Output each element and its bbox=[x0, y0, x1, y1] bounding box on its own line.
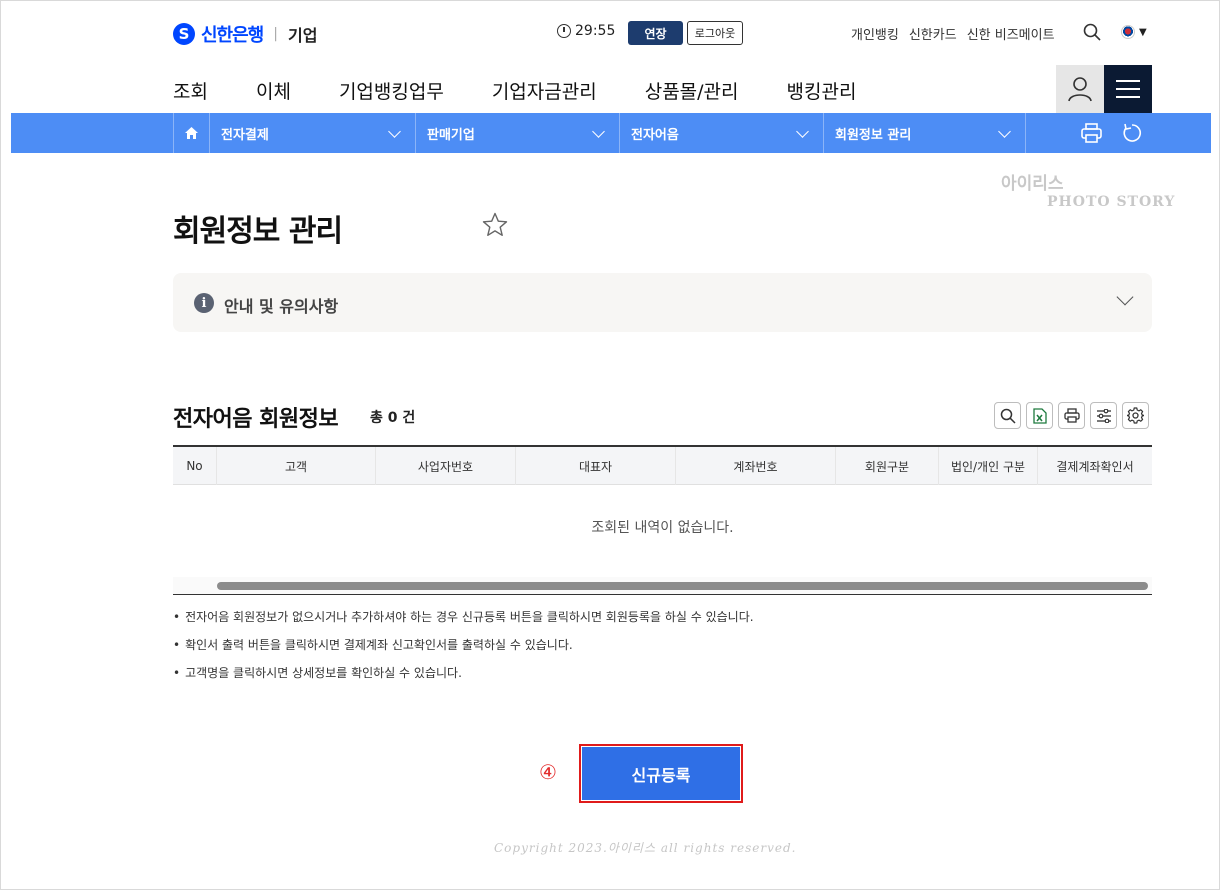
breadcrumb-label: 판매기업 bbox=[427, 127, 475, 143]
star-icon[interactable] bbox=[482, 212, 508, 238]
logo-subtitle: 기업 bbox=[287, 26, 318, 45]
breadcrumb-level3[interactable]: 전자어음 bbox=[620, 113, 824, 153]
breadcrumb-bar: 전자결제 판매기업 전자어음 회원정보 관리 bbox=[11, 113, 1211, 153]
breadcrumb-level4[interactable]: 회원정보 관리 bbox=[824, 113, 1026, 153]
timer-icon bbox=[557, 24, 571, 38]
timer-value: 29:55 bbox=[575, 23, 616, 39]
filter-button[interactable] bbox=[1090, 402, 1117, 429]
chevron-down-icon bbox=[1116, 288, 1134, 306]
col-member-type: 회원구분 bbox=[836, 447, 939, 485]
col-account-certificate: 결제계좌확인서 bbox=[1056, 459, 1134, 474]
util-link-shinhan-card[interactable]: 신한카드 bbox=[909, 24, 957, 43]
copyright-text: Copyright 2023.아이리스 all rights reserved. bbox=[494, 841, 797, 855]
util-link-bizmate[interactable]: 신한 비즈메이트 bbox=[967, 24, 1055, 43]
search-button[interactable] bbox=[994, 402, 1021, 429]
step-marker: ④ bbox=[539, 760, 557, 784]
user-icon bbox=[1068, 77, 1092, 102]
session-timer: 29:55 bbox=[557, 23, 615, 39]
scrollbar-thumb[interactable] bbox=[217, 582, 1148, 590]
nav-item-inquiry[interactable]: 조회 bbox=[173, 77, 208, 104]
print-icon bbox=[1063, 408, 1080, 423]
breadcrumb-label: 회원정보 관리 bbox=[835, 127, 912, 143]
guide-notes: 전자어음 회원정보가 없으시거나 추가하셔야 하는 경우 신규등록 버튼을 클릭… bbox=[173, 607, 754, 691]
logo-mark-icon: S bbox=[173, 23, 195, 45]
nav-item-fund-management[interactable]: 기업자금관리 bbox=[492, 77, 597, 104]
photo-watermark: 아이리스 PHOTO STORY bbox=[1001, 169, 1175, 210]
member-table: No 고객 사업자번호 대표자 계좌번호 회원구분 법인/개인 구분 결제계좌확… bbox=[173, 445, 1152, 595]
refresh-icon[interactable] bbox=[1122, 123, 1142, 143]
breadcrumb-label: 전자결제 bbox=[221, 127, 269, 143]
home-icon bbox=[185, 127, 198, 139]
total-count: 총 0 건 bbox=[370, 410, 416, 426]
breadcrumb-level1[interactable]: 전자결제 bbox=[210, 113, 416, 153]
logo-divider: | bbox=[273, 26, 278, 42]
logo-text: 신한은행 bbox=[201, 25, 264, 46]
horizontal-scrollbar[interactable] bbox=[173, 577, 1152, 594]
guide-note: 전자어음 회원정보가 없으시거나 추가하셔야 하는 경우 신규등록 버튼을 클릭… bbox=[173, 607, 753, 635]
my-account-button[interactable] bbox=[1056, 65, 1104, 113]
nav-item-products[interactable]: 상품몰/관리 bbox=[645, 77, 739, 104]
hamburger-menu-icon bbox=[1116, 80, 1140, 98]
empty-message: 조회된 내역이 없습니다. bbox=[591, 520, 734, 536]
settings-button[interactable] bbox=[1122, 402, 1149, 429]
table-tools bbox=[994, 402, 1149, 429]
new-registration-button[interactable]: 신규등록 bbox=[582, 747, 740, 800]
col-representative: 대표자 bbox=[516, 447, 676, 485]
shinhan-logo[interactable]: S 신한은행 | 기업 bbox=[173, 21, 317, 47]
settings-icon bbox=[1127, 407, 1144, 424]
breadcrumb-tools bbox=[1081, 123, 1142, 143]
notice-accordion[interactable]: i 안내 및 유의사항 bbox=[173, 273, 1152, 332]
page-title: 회원정보 관리 bbox=[173, 214, 343, 249]
col-no: No bbox=[173, 447, 217, 485]
search-icon bbox=[1000, 408, 1016, 424]
filter-icon bbox=[1096, 408, 1111, 423]
col-account-number: 계좌번호 bbox=[676, 447, 836, 485]
logout-button[interactable]: 로그아웃 bbox=[687, 21, 743, 45]
watermark-line1: 아이리스 bbox=[1001, 174, 1064, 194]
utility-links: 개인뱅킹 신한카드 신한 비즈메이트 bbox=[851, 24, 1055, 43]
print-button[interactable] bbox=[1058, 402, 1085, 429]
korea-flag-icon bbox=[1121, 25, 1135, 39]
breadcrumb-label: 전자어음 bbox=[631, 127, 679, 143]
chevron-down-icon: ▼ bbox=[1139, 26, 1147, 38]
info-icon: i bbox=[194, 293, 214, 313]
chevron-down-icon bbox=[796, 125, 809, 138]
col-customer: 고객 bbox=[217, 447, 376, 485]
extend-session-button[interactable]: 연장 bbox=[628, 21, 683, 45]
top-bar: S 신한은행 | 기업 29:55 연장 로그아웃 개인뱅킹 신한카드 신한 비… bbox=[1, 1, 1220, 65]
print-icon[interactable] bbox=[1081, 123, 1102, 143]
guide-note: 확인서 출력 버튼을 클릭하시면 결제계좌 신고확인서를 출력하실 수 있습니다… bbox=[173, 635, 754, 663]
language-selector[interactable]: ▼ bbox=[1121, 25, 1147, 39]
col-corp-individual: 법인/개인 구분 bbox=[939, 447, 1038, 485]
nav-item-corporate-banking[interactable]: 기업뱅킹업무 bbox=[339, 77, 444, 104]
breadcrumb-level2[interactable]: 판매기업 bbox=[416, 113, 620, 153]
notice-label: 안내 및 유의사항 bbox=[224, 297, 339, 316]
search-icon[interactable] bbox=[1083, 23, 1101, 41]
watermark-line2: PHOTO STORY bbox=[1047, 194, 1176, 210]
section-title: 전자어음 회원정보 bbox=[173, 407, 339, 432]
home-button[interactable] bbox=[173, 113, 210, 153]
nav-item-banking-management[interactable]: 뱅킹관리 bbox=[787, 77, 857, 104]
table-header-row: No 고객 사업자번호 대표자 계좌번호 회원구분 법인/개인 구분 결제계좌확… bbox=[173, 447, 1152, 485]
main-nav: 조회 이체 기업뱅킹업무 기업자금관리 상품몰/관리 뱅킹관리 bbox=[173, 77, 904, 104]
util-link-personal-banking[interactable]: 개인뱅킹 bbox=[851, 24, 899, 43]
excel-icon bbox=[1032, 407, 1047, 424]
guide-note: 고객명을 클릭하시면 상세정보를 확인하실 수 있습니다. bbox=[173, 663, 754, 691]
chevron-down-icon bbox=[998, 125, 1011, 138]
chevron-down-icon bbox=[388, 125, 401, 138]
excel-download-button[interactable] bbox=[1026, 402, 1053, 429]
nav-item-transfer[interactable]: 이체 bbox=[256, 77, 291, 104]
col-business-number: 사업자번호 bbox=[376, 447, 516, 485]
chevron-down-icon bbox=[592, 125, 605, 138]
all-menu-button[interactable] bbox=[1104, 65, 1152, 113]
